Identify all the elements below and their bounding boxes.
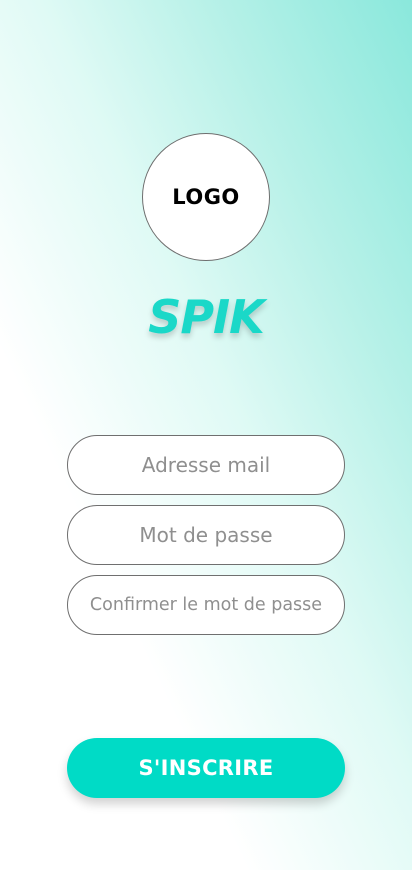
password-field[interactable]	[67, 505, 345, 565]
email-field[interactable]	[67, 435, 345, 495]
logo: LOGO	[142, 133, 270, 261]
signup-button[interactable]: S'INSCRIRE	[67, 738, 345, 798]
signup-screen: LOGO SPIK S'INSCRIRE	[0, 0, 412, 870]
logo-text: LOGO	[172, 185, 240, 209]
confirm-password-field[interactable]	[67, 575, 345, 635]
app-title: SPIK	[148, 290, 265, 344]
